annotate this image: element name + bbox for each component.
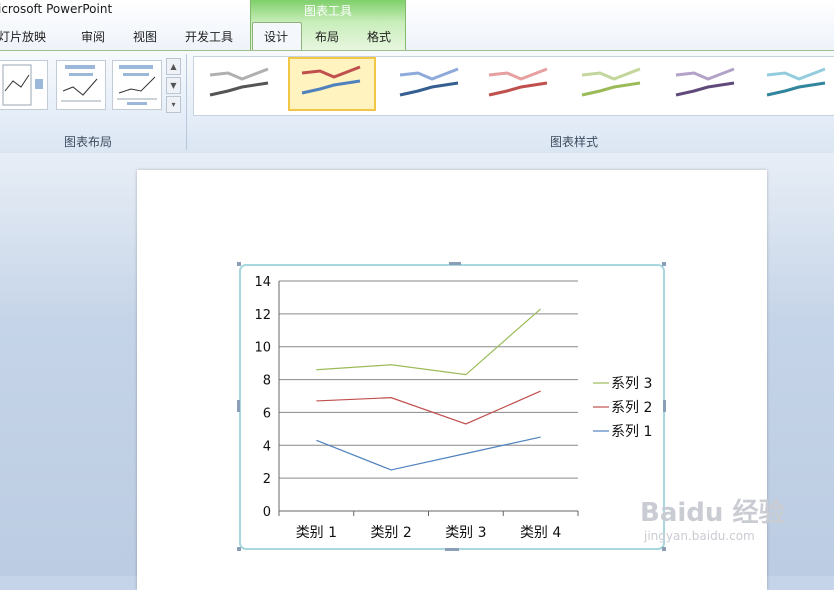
legend-label: 系列 1 (611, 424, 652, 440)
chart-tools-title: 图表工具 (303, 4, 352, 18)
chart-style-2[interactable] (288, 57, 376, 111)
tab-developer[interactable]: 开发工具 (185, 28, 233, 45)
resize-handle[interactable] (662, 262, 666, 266)
resize-handle[interactable] (662, 547, 666, 551)
watermark-sub: jingyan.baidu.com (644, 529, 755, 543)
chart-style-preview-icon (209, 67, 269, 97)
chart-style-preview-icon (301, 65, 361, 95)
tab-view[interactable]: 视图 (133, 28, 157, 45)
resize-handle[interactable] (663, 400, 666, 412)
legend-label: 系列 2 (611, 400, 652, 416)
scroll-down-button[interactable]: ▼ (166, 77, 181, 94)
y-tick-label: 8 (263, 374, 271, 389)
group-label-chart-styles: 图表样式 (550, 135, 599, 149)
chart-style-preview-icon (766, 67, 826, 97)
more-layouts-button[interactable]: ▾ (166, 96, 181, 113)
y-tick-label: 2 (263, 472, 271, 487)
tab-design[interactable]: 设计 (264, 28, 288, 45)
x-tick-label: 类别 2 (370, 525, 411, 541)
watermark-text: Baidu 经验 (640, 498, 785, 528)
chart-style-7[interactable] (755, 61, 833, 109)
group-separator (186, 54, 187, 150)
chart-style-preview-icon (581, 67, 641, 97)
chart-style-1[interactable] (198, 61, 276, 109)
legend-label: 系列 3 (611, 376, 652, 392)
y-tick-label: 10 (254, 341, 271, 356)
group-label-chart-layouts: 图表布局 (64, 135, 113, 149)
app-title: icrosoft PowerPoint (0, 2, 113, 16)
tab-review[interactable]: 审阅 (81, 28, 105, 45)
chart-style-5[interactable] (570, 61, 648, 109)
chart-style-6[interactable] (664, 61, 742, 109)
line-chart[interactable]: 0 2 4 6 8 10 12 14 类别 1 类别 2 类别 3 类别 4 系列 3 系列 2 系列 1 (241, 266, 663, 548)
chart-layout-2[interactable] (56, 60, 106, 110)
tab-format[interactable]: 格式 (367, 28, 391, 45)
scroll-up-button[interactable]: ▲ (166, 58, 181, 75)
series-line[interactable] (316, 436, 541, 471)
chart-layout-3[interactable] (112, 60, 162, 110)
x-tick-label: 类别 4 (520, 525, 561, 541)
resize-handle[interactable] (449, 262, 461, 265)
title-bar: icrosoft PowerPoint 灯片放映 审阅 视图 开发工具 图表工具… (0, 0, 834, 51)
tab-slideshow[interactable]: 灯片放映 (0, 28, 46, 45)
baidu-watermark: Baidu 经验 jingyan.baidu.com (640, 492, 784, 543)
resize-handle[interactable] (237, 547, 241, 551)
chart-style-preview-icon (675, 67, 735, 97)
chart-object[interactable]: 0 2 4 6 8 10 12 14 类别 1 类别 2 类别 3 类别 4 系列 3 系列 2 系列 1 (239, 264, 665, 550)
layout-preview-icon (2, 64, 43, 106)
resize-handle[interactable] (445, 548, 459, 551)
resize-handle[interactable] (237, 400, 240, 412)
chart-style-preview-icon (399, 67, 459, 97)
y-tick-label: 14 (254, 275, 271, 290)
resize-handle[interactable] (237, 262, 241, 266)
chart-style-3[interactable] (388, 61, 466, 109)
y-tick-label: 6 (263, 406, 271, 421)
layout-preview-icon (117, 65, 157, 105)
x-tick-label: 类别 3 (445, 525, 486, 541)
y-tick-label: 4 (263, 439, 271, 454)
tab-layout[interactable]: 布局 (315, 28, 339, 45)
chart-layout-1[interactable] (0, 60, 48, 110)
y-tick-label: 12 (254, 308, 271, 323)
y-tick-label: 0 (263, 505, 271, 520)
layout-preview-icon (61, 65, 101, 102)
x-tick-label: 类别 1 (296, 525, 337, 541)
series-line[interactable] (316, 390, 541, 425)
series-line[interactable] (316, 308, 542, 376)
chart-style-4[interactable] (477, 61, 555, 109)
chart-style-preview-icon (488, 67, 548, 97)
